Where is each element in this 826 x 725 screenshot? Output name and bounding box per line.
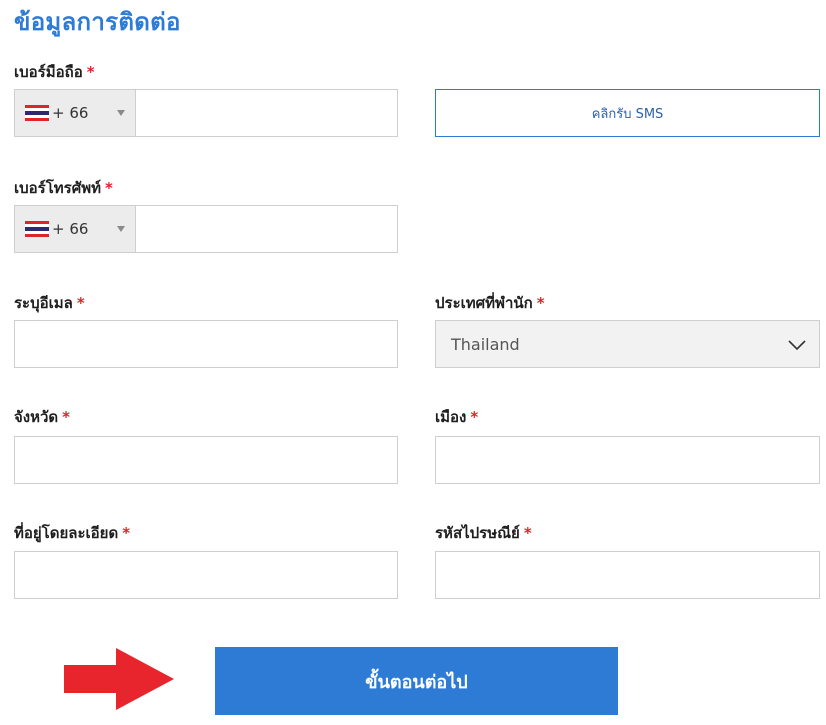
telephone-country-code-select[interactable]: + 66: [15, 206, 136, 252]
address-label: ที่อยู่โดยละเอียด *: [14, 524, 131, 542]
country-label: ประเทศที่พำนัก *: [435, 294, 545, 312]
postal-code-label: รหัสไปรษณีย์ *: [435, 524, 532, 542]
city-label: เมือง *: [435, 408, 479, 426]
mobile-input[interactable]: [136, 90, 397, 136]
required-mark: *: [62, 408, 71, 426]
chevron-down-icon: [788, 340, 806, 351]
next-step-button[interactable]: ขั้นตอนต่อไป: [215, 647, 618, 715]
mobile-country-code-select[interactable]: + 66: [15, 90, 136, 136]
city-input[interactable]: [435, 436, 820, 484]
caret-down-icon: [117, 226, 125, 232]
required-mark: *: [523, 524, 532, 542]
country-select[interactable]: Thailand: [435, 320, 820, 368]
thai-flag-icon: [25, 221, 49, 237]
mobile-country-code: + 66: [52, 104, 89, 122]
section-title: ข้อมูลการติดต่อ: [14, 8, 181, 36]
mobile-label: เบอร์มือถือ *: [14, 63, 95, 81]
province-label: จังหวัด *: [14, 408, 71, 426]
address-input[interactable]: [14, 551, 398, 599]
required-mark: *: [470, 408, 479, 426]
postal-code-input[interactable]: [435, 551, 820, 599]
telephone-label: เบอร์โทรศัพท์ *: [14, 179, 113, 197]
required-mark: *: [105, 179, 113, 197]
required-mark: *: [122, 524, 131, 542]
telephone-input[interactable]: [136, 206, 397, 252]
required-mark: *: [86, 63, 95, 81]
caret-down-icon: [117, 110, 125, 116]
red-arrow-icon: [64, 648, 174, 710]
email-input[interactable]: [14, 320, 398, 368]
country-selected-value: Thailand: [451, 334, 520, 354]
required-mark: *: [536, 294, 545, 312]
sms-button[interactable]: คลิกรับ SMS: [435, 89, 820, 137]
telephone-country-code: + 66: [52, 220, 89, 238]
telephone-field: + 66: [14, 205, 398, 253]
mobile-field: + 66: [14, 89, 398, 137]
email-label: ระบุอีเมล *: [14, 294, 85, 312]
province-input[interactable]: [14, 436, 398, 484]
thai-flag-icon: [25, 105, 49, 121]
required-mark: *: [76, 294, 85, 312]
